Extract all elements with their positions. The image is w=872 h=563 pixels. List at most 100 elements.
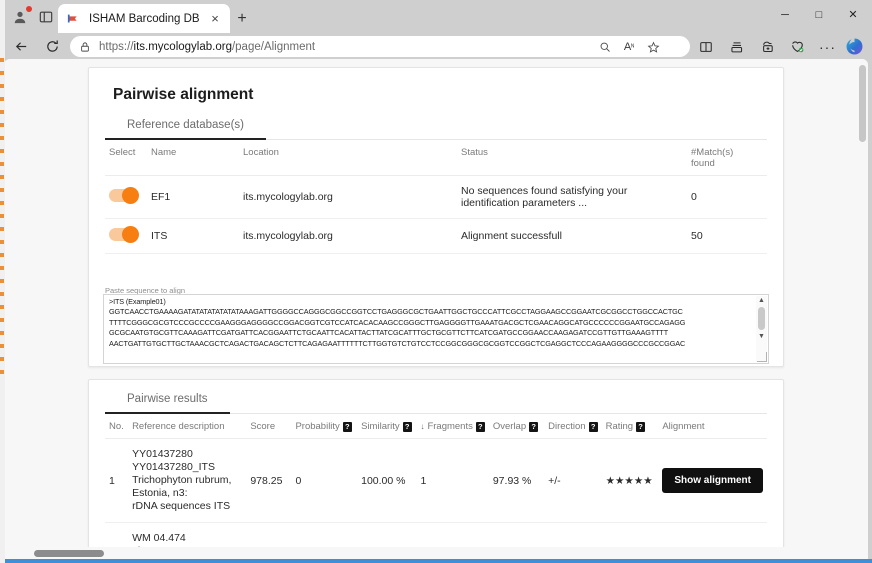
pairwise-results-table: No. Reference description Score Probability…	[105, 414, 767, 559]
column-label: Alignment	[662, 421, 705, 432]
help-icon[interactable]: ?	[475, 421, 485, 432]
matches-cell: 50	[687, 218, 767, 254]
read-aloud-icon[interactable]: Aᴺ	[618, 38, 640, 56]
table-header-row: Select Name Location Status #Match(s) fo…	[105, 140, 767, 176]
select-cell	[105, 175, 147, 219]
tab-reference-databases[interactable]: Reference database(s)	[105, 112, 266, 140]
tab-actions-icon[interactable]	[36, 7, 56, 27]
more-options-icon[interactable]: ···	[816, 36, 839, 57]
collections-icon[interactable]	[725, 36, 748, 57]
toggle-knob	[122, 187, 139, 204]
tab-title: ISHAM Barcoding DB	[89, 12, 200, 25]
edge-tick	[0, 175, 4, 179]
page-content: Pairwise alignment Reference database(s)…	[4, 59, 868, 559]
table-row: 1 YY01437280 YY01437280_ITS Trichophyton ru…	[105, 438, 767, 523]
edge-tick	[0, 227, 4, 231]
col-matches: #Match(s) found	[687, 140, 767, 176]
select-cell	[105, 218, 147, 254]
column-label: No.	[109, 421, 124, 432]
reference-description: YY01437280 YY01437280_ITS Trichophyton rub…	[128, 438, 247, 523]
sequence-scrollbar-thumb[interactable]	[758, 307, 765, 330]
help-icon[interactable]: ?	[342, 421, 352, 432]
location-cell: its.mycologylab.org	[239, 218, 457, 254]
left-edge-strip	[0, 0, 5, 563]
browser-toolbar: https://its.mycologylab.org/page/Alignme…	[0, 33, 872, 59]
edge-tick	[0, 84, 4, 88]
help-icon[interactable]: ?	[636, 421, 646, 432]
row-number: 1	[105, 438, 129, 523]
help-icon[interactable]: ?	[402, 421, 412, 432]
edge-tick	[0, 97, 4, 101]
edge-tick	[0, 357, 4, 361]
horizontal-scrollbar-thumb[interactable]	[34, 550, 104, 557]
column-label: Reference description	[132, 421, 225, 432]
lock-icon	[79, 40, 92, 53]
col-location: Location	[239, 140, 457, 176]
browser-tab[interactable]: ISHAM Barcoding DB ×	[58, 4, 230, 33]
col-matches-line2: found	[691, 158, 715, 169]
reload-icon[interactable]	[41, 36, 63, 57]
vertical-scrollbar-thumb[interactable]	[859, 65, 866, 142]
similarity-cell: 100.00 %	[357, 438, 417, 523]
col-probability[interactable]: Probability?	[291, 414, 358, 439]
sequence-input-box[interactable]: >ITS (Example01) GGTCAACCTGAAAAGATATATAT…	[103, 294, 769, 364]
col-name: Name	[147, 140, 239, 176]
sequence-input[interactable]: >ITS (Example01) GGTCAACCTGAAAAGATATATAT…	[109, 297, 754, 349]
close-icon[interactable]: ×	[205, 9, 225, 29]
overlap-cell: 97.93 %	[488, 438, 545, 523]
col-fragments[interactable]: ↓ Fragments?	[416, 414, 489, 439]
edge-tick	[0, 253, 4, 257]
edge-tick	[0, 266, 4, 270]
shield-icon[interactable]	[786, 36, 809, 57]
col-no-: No.	[105, 414, 129, 439]
col-overlap[interactable]: Overlap?	[488, 414, 545, 439]
minimize-icon[interactable]: ─	[768, 0, 802, 29]
chevron-down-icon[interactable]: ▼	[756, 332, 767, 341]
window-close-icon[interactable]: ✕	[836, 0, 870, 29]
column-label: Rating	[605, 421, 634, 432]
search-icon[interactable]	[594, 38, 616, 56]
pairwise-results-card: Pairwise results No. Reference descriptio…	[88, 379, 784, 559]
chevron-up-icon[interactable]: ▲	[756, 296, 767, 305]
url-text: https://its.mycologylab.org/page/Alignme…	[99, 40, 316, 53]
col-direction[interactable]: Direction?	[544, 414, 602, 439]
browser-essentials-icon[interactable]	[756, 36, 779, 57]
probability-cell: 0	[291, 438, 358, 523]
edge-tick	[0, 318, 4, 322]
help-icon[interactable]: ?	[529, 421, 539, 432]
edge-tick	[0, 279, 4, 283]
edge-tick	[0, 149, 4, 153]
textarea-resize-handle[interactable]	[757, 352, 767, 362]
database-toggle[interactable]	[109, 187, 139, 204]
col-similarity[interactable]: Similarity?	[357, 414, 417, 439]
status-cell: Alignment successfull	[457, 218, 687, 254]
col-score: Score	[246, 414, 292, 439]
col-rating[interactable]: Rating?	[601, 414, 659, 439]
edge-tick	[0, 370, 4, 374]
split-screen-icon[interactable]	[694, 36, 717, 57]
favorite-star-icon[interactable]	[642, 38, 664, 56]
show-alignment-button[interactable]: Show alignment	[662, 468, 763, 493]
tab-pairwise-results[interactable]: Pairwise results	[105, 386, 230, 414]
new-tab-button[interactable]: +	[230, 7, 254, 30]
name-cell: EF1	[147, 175, 239, 219]
help-icon[interactable]: ?	[588, 421, 598, 432]
edge-tick	[0, 110, 4, 114]
sort-descending-icon[interactable]: ↓	[420, 422, 424, 431]
page-horizontal-scrollbar[interactable]	[4, 547, 868, 559]
table-row: ITS its.mycologylab.org Alignment successf…	[105, 218, 767, 254]
address-bar[interactable]: https://its.mycologylab.org/page/Alignme…	[70, 36, 690, 57]
edge-tick	[0, 331, 4, 335]
page-vertical-scrollbar[interactable]	[857, 59, 868, 559]
copilot-icon[interactable]	[845, 37, 864, 56]
edge-tick	[0, 240, 4, 244]
pairwise-results-table-wrap: No. Reference description Score Probability…	[105, 414, 767, 559]
database-toggle[interactable]	[109, 226, 139, 243]
column-label: Similarity	[361, 421, 400, 432]
back-icon[interactable]	[10, 36, 32, 57]
location-cell: its.mycologylab.org	[239, 175, 457, 219]
maximize-icon[interactable]: □	[802, 0, 836, 29]
table-header-row: No. Reference description Score Probability…	[105, 414, 767, 439]
col-reference-description: Reference description	[128, 414, 247, 439]
edge-tick	[0, 292, 4, 296]
